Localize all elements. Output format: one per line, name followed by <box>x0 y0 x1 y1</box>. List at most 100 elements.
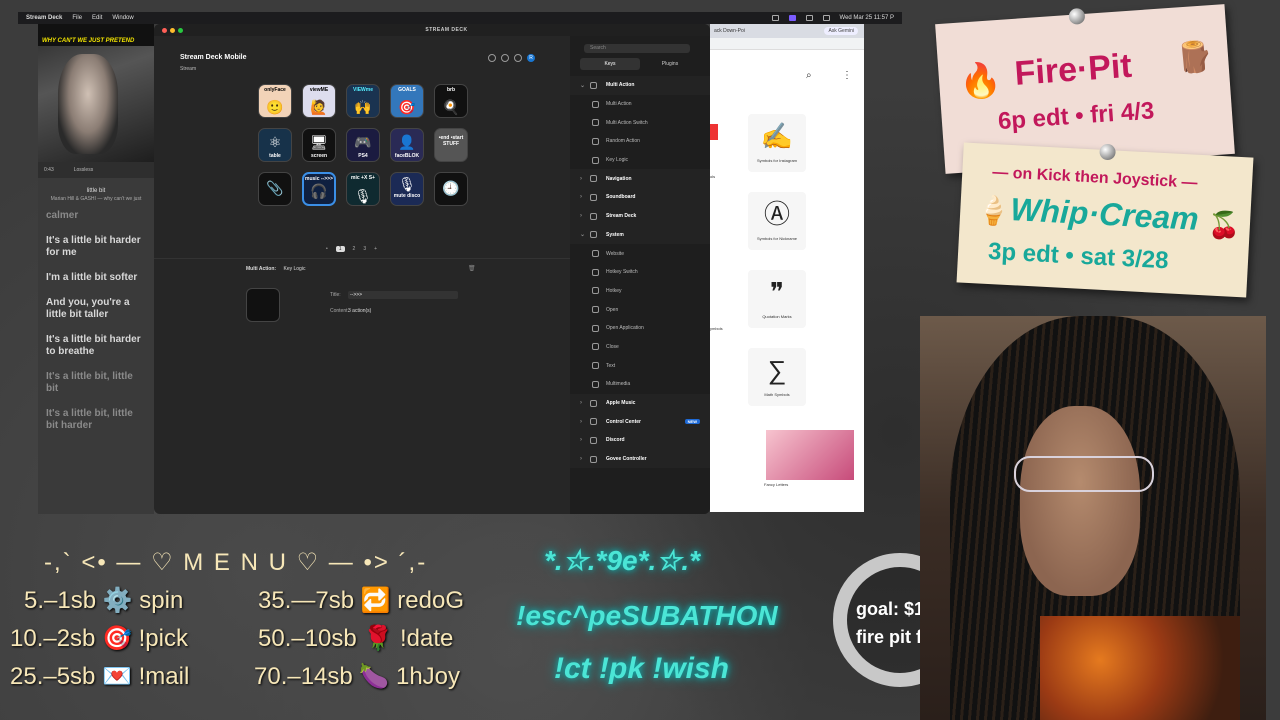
sync-icon[interactable] <box>488 54 496 62</box>
close-button[interactable] <box>162 27 167 33</box>
sidebar-category[interactable]: › Apple Music <box>570 393 710 413</box>
chevron-down-icon[interactable]: ⌄ <box>580 231 585 238</box>
ad-image[interactable] <box>766 430 854 480</box>
song-artist[interactable]: Marian Hill & GASHI — why can't we just <box>38 196 154 202</box>
browser-window: ack Down-Poi Ask Gemini ⌕ ⋮ ✍ Symbols fo… <box>710 24 864 512</box>
key-table[interactable]: table ⚛ <box>258 128 292 162</box>
wifi-icon[interactable] <box>805 15 813 21</box>
chevron-right-icon[interactable]: › <box>580 437 582 443</box>
ad-caption[interactable]: Fancy Letters <box>764 482 788 487</box>
lyric-line[interactable]: calmer <box>46 210 146 222</box>
key-onlyface[interactable]: onlyFace 🙂 <box>258 84 292 118</box>
sidebar-category[interactable]: ⌄ System <box>570 225 710 245</box>
tile-quotation-marks[interactable]: ❞ Quotation Marks <box>748 270 806 328</box>
sidebar-action[interactable]: Multi Action Switch <box>570 113 710 132</box>
sidebar-action[interactable]: Website <box>570 244 710 263</box>
zoom-button[interactable] <box>178 27 183 33</box>
page-2[interactable]: 2 <box>353 246 356 252</box>
browser-tab[interactable]: ack Down-Poi <box>714 28 745 34</box>
store-icon[interactable] <box>501 54 509 62</box>
search-input[interactable]: Search <box>584 44 690 53</box>
tile-symbols-nickname[interactable]: Ⓐ Symbols for Nickname <box>748 192 806 250</box>
lyric-line[interactable]: It's a little bit, little bit harder <box>46 408 146 432</box>
key-mic[interactable]: mic +X S+ 🎙 <box>346 172 380 206</box>
chevron-right-icon[interactable]: › <box>580 213 582 219</box>
key-mute[interactable]: mute disco 🎙 <box>390 172 424 206</box>
key-history[interactable]: 🕘 <box>434 172 468 206</box>
title-input[interactable]: -->>> <box>348 291 458 299</box>
ask-gemini-button[interactable]: Ask Gemini <box>824 27 858 35</box>
lyric-line[interactable]: And you, you're a little bit taller <box>46 297 146 321</box>
menu-app-name[interactable]: Stream Deck <box>26 15 62 21</box>
trash-icon[interactable]: 🗑 <box>468 265 476 272</box>
account-avatar[interactable]: R <box>527 54 535 62</box>
profile-selector[interactable]: Stream <box>180 66 196 72</box>
sidebar-action[interactable]: Random Action <box>570 132 710 151</box>
platform-text: — on Kick then Joystick — <box>991 164 1198 192</box>
menu-title: -,` <• — ♡ M E N U ♡ — •> ´,- <box>44 549 428 576</box>
lyric-line[interactable]: It's a little bit harder for me <box>46 235 146 259</box>
sidebar-action[interactable]: Open Application <box>570 319 710 338</box>
search-icon[interactable]: ⌕ <box>806 70 812 81</box>
sidebar-action[interactable]: Text <box>570 356 710 375</box>
chevron-down-icon[interactable]: ⌄ <box>580 82 585 89</box>
sidebar-category[interactable]: › Govee Controller <box>570 449 710 469</box>
key-end-start-stuff[interactable]: •end •start STUFF <box>434 128 468 162</box>
key-brb[interactable]: brb 🍳 <box>434 84 468 118</box>
minimize-button[interactable] <box>170 27 175 33</box>
chevron-right-icon[interactable]: › <box>580 456 582 462</box>
chevron-right-icon[interactable]: › <box>580 194 582 200</box>
lyric-line[interactable]: It's a little bit, little bit <box>46 371 146 395</box>
chevron-right-icon[interactable]: › <box>580 176 582 182</box>
device-selector[interactable]: Stream Deck Mobile <box>180 54 247 61</box>
settings-icon[interactable] <box>514 54 522 62</box>
page-3[interactable]: 3 <box>363 246 366 252</box>
sidebar-category[interactable]: › Navigation <box>570 169 710 189</box>
tile-math-symbols[interactable]: ∑ Math Symbols <box>748 348 806 406</box>
lyric-line[interactable]: It's a little bit harder to breathe <box>46 334 146 358</box>
sidebar-action[interactable]: Multimedia <box>570 375 710 394</box>
menu-clock[interactable]: Wed Mar 25 11:57 P <box>840 15 894 21</box>
key-paperclip[interactable]: 📎 <box>258 172 292 206</box>
content-value[interactable]: 3 action(s) <box>348 308 371 314</box>
status-icon[interactable] <box>771 15 779 21</box>
sidebar-category[interactable]: › Stream Deck <box>570 206 710 226</box>
sidebar-action[interactable]: Open <box>570 300 710 319</box>
sidebar-action[interactable]: Hotkey <box>570 282 710 301</box>
key-viewme[interactable]: viewME 🙋 <box>302 84 336 118</box>
key-screen[interactable]: screen 🖥 <box>302 128 336 162</box>
key-goals[interactable]: GOALS 🎯 <box>390 84 424 118</box>
more-menu-icon[interactable]: ⋮ <box>842 70 852 81</box>
sidebar-category[interactable]: › Control Center NEW <box>570 412 710 432</box>
tab-keys[interactable]: Keys <box>580 58 640 70</box>
whipcream-time: 3p edt • sat 3/28 <box>987 237 1170 275</box>
page-dot-icon[interactable]: • <box>326 246 328 252</box>
sidebar-action[interactable]: Close <box>570 338 710 357</box>
control-center-icon[interactable] <box>822 15 830 21</box>
sidebar-item-label: Random Action <box>606 138 640 145</box>
tab-plugins[interactable]: Plugins <box>640 58 700 70</box>
key-viewme-2[interactable]: VIEWme 🙌 <box>346 84 380 118</box>
subathon-text: !esc^peSUBATHON <box>516 600 778 631</box>
add-page-button[interactable]: + <box>374 246 377 252</box>
sidebar-category[interactable]: ⌄ Multi Action <box>570 76 710 95</box>
sidebar-action[interactable]: Key Logic <box>570 151 710 170</box>
streamdeck-status-icon[interactable] <box>788 15 796 21</box>
partial-tile[interactable] <box>710 124 718 140</box>
key-faceblok[interactable]: faceBLOK 👤 <box>390 128 424 162</box>
menu-edit[interactable]: Edit <box>92 15 102 21</box>
sidebar-action[interactable]: Multi Action <box>570 95 710 114</box>
chevron-right-icon[interactable]: › <box>580 419 582 425</box>
key-music[interactable]: music -->>> 🎧 <box>302 172 336 206</box>
key-ps4[interactable]: PS4 🎮 <box>346 128 380 162</box>
page-1[interactable]: 1 <box>335 246 345 252</box>
chevron-right-icon[interactable]: › <box>580 400 582 406</box>
menu-window[interactable]: Window <box>112 15 133 21</box>
sidebar-category[interactable]: › Discord <box>570 431 710 450</box>
tile-symbols-instagram[interactable]: ✍ Symbols for Instagram <box>748 114 806 172</box>
sidebar-action[interactable]: Hotkey Switch <box>570 263 710 282</box>
sidebar-category[interactable]: › Soundboard <box>570 188 710 207</box>
multi-action-key-preview[interactable] <box>246 288 280 322</box>
menu-file[interactable]: File <box>72 15 82 21</box>
lyric-line[interactable]: I'm a little bit softer <box>46 272 146 284</box>
